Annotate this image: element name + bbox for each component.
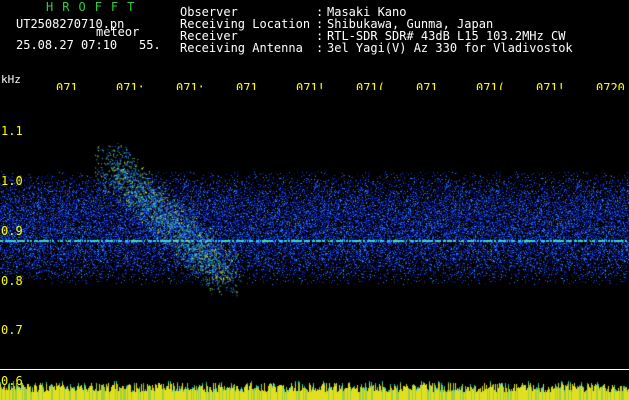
capture-datetime: 25.08.27 07:10 bbox=[16, 38, 118, 52]
info-antenna-value: 3el Yagi(V) Az 330 for Vladivostok bbox=[327, 41, 573, 55]
info-antenna-key: Receiving Antenna bbox=[180, 41, 303, 55]
freq-tick-0-6: 0.6 bbox=[1, 374, 23, 388]
file-name-suffix: meteor bbox=[96, 25, 140, 39]
spectrum-baseline bbox=[0, 369, 629, 370]
spectrogram bbox=[0, 90, 629, 400]
capture-seconds: 55. bbox=[139, 38, 161, 52]
freq-tick-0-8: 0.8 bbox=[1, 274, 23, 288]
freq-tick-0-7: 0.7 bbox=[1, 323, 23, 337]
app-title: HROFFT bbox=[46, 0, 144, 14]
info-antenna-colon: : bbox=[316, 41, 324, 55]
freq-tick-1-0: 1.0 bbox=[1, 174, 23, 188]
freq-tick-1-1: 1.1 bbox=[1, 124, 23, 138]
freq-tick-0-9: 0.9 bbox=[1, 224, 23, 238]
y-axis-unit: kHz bbox=[1, 73, 21, 86]
